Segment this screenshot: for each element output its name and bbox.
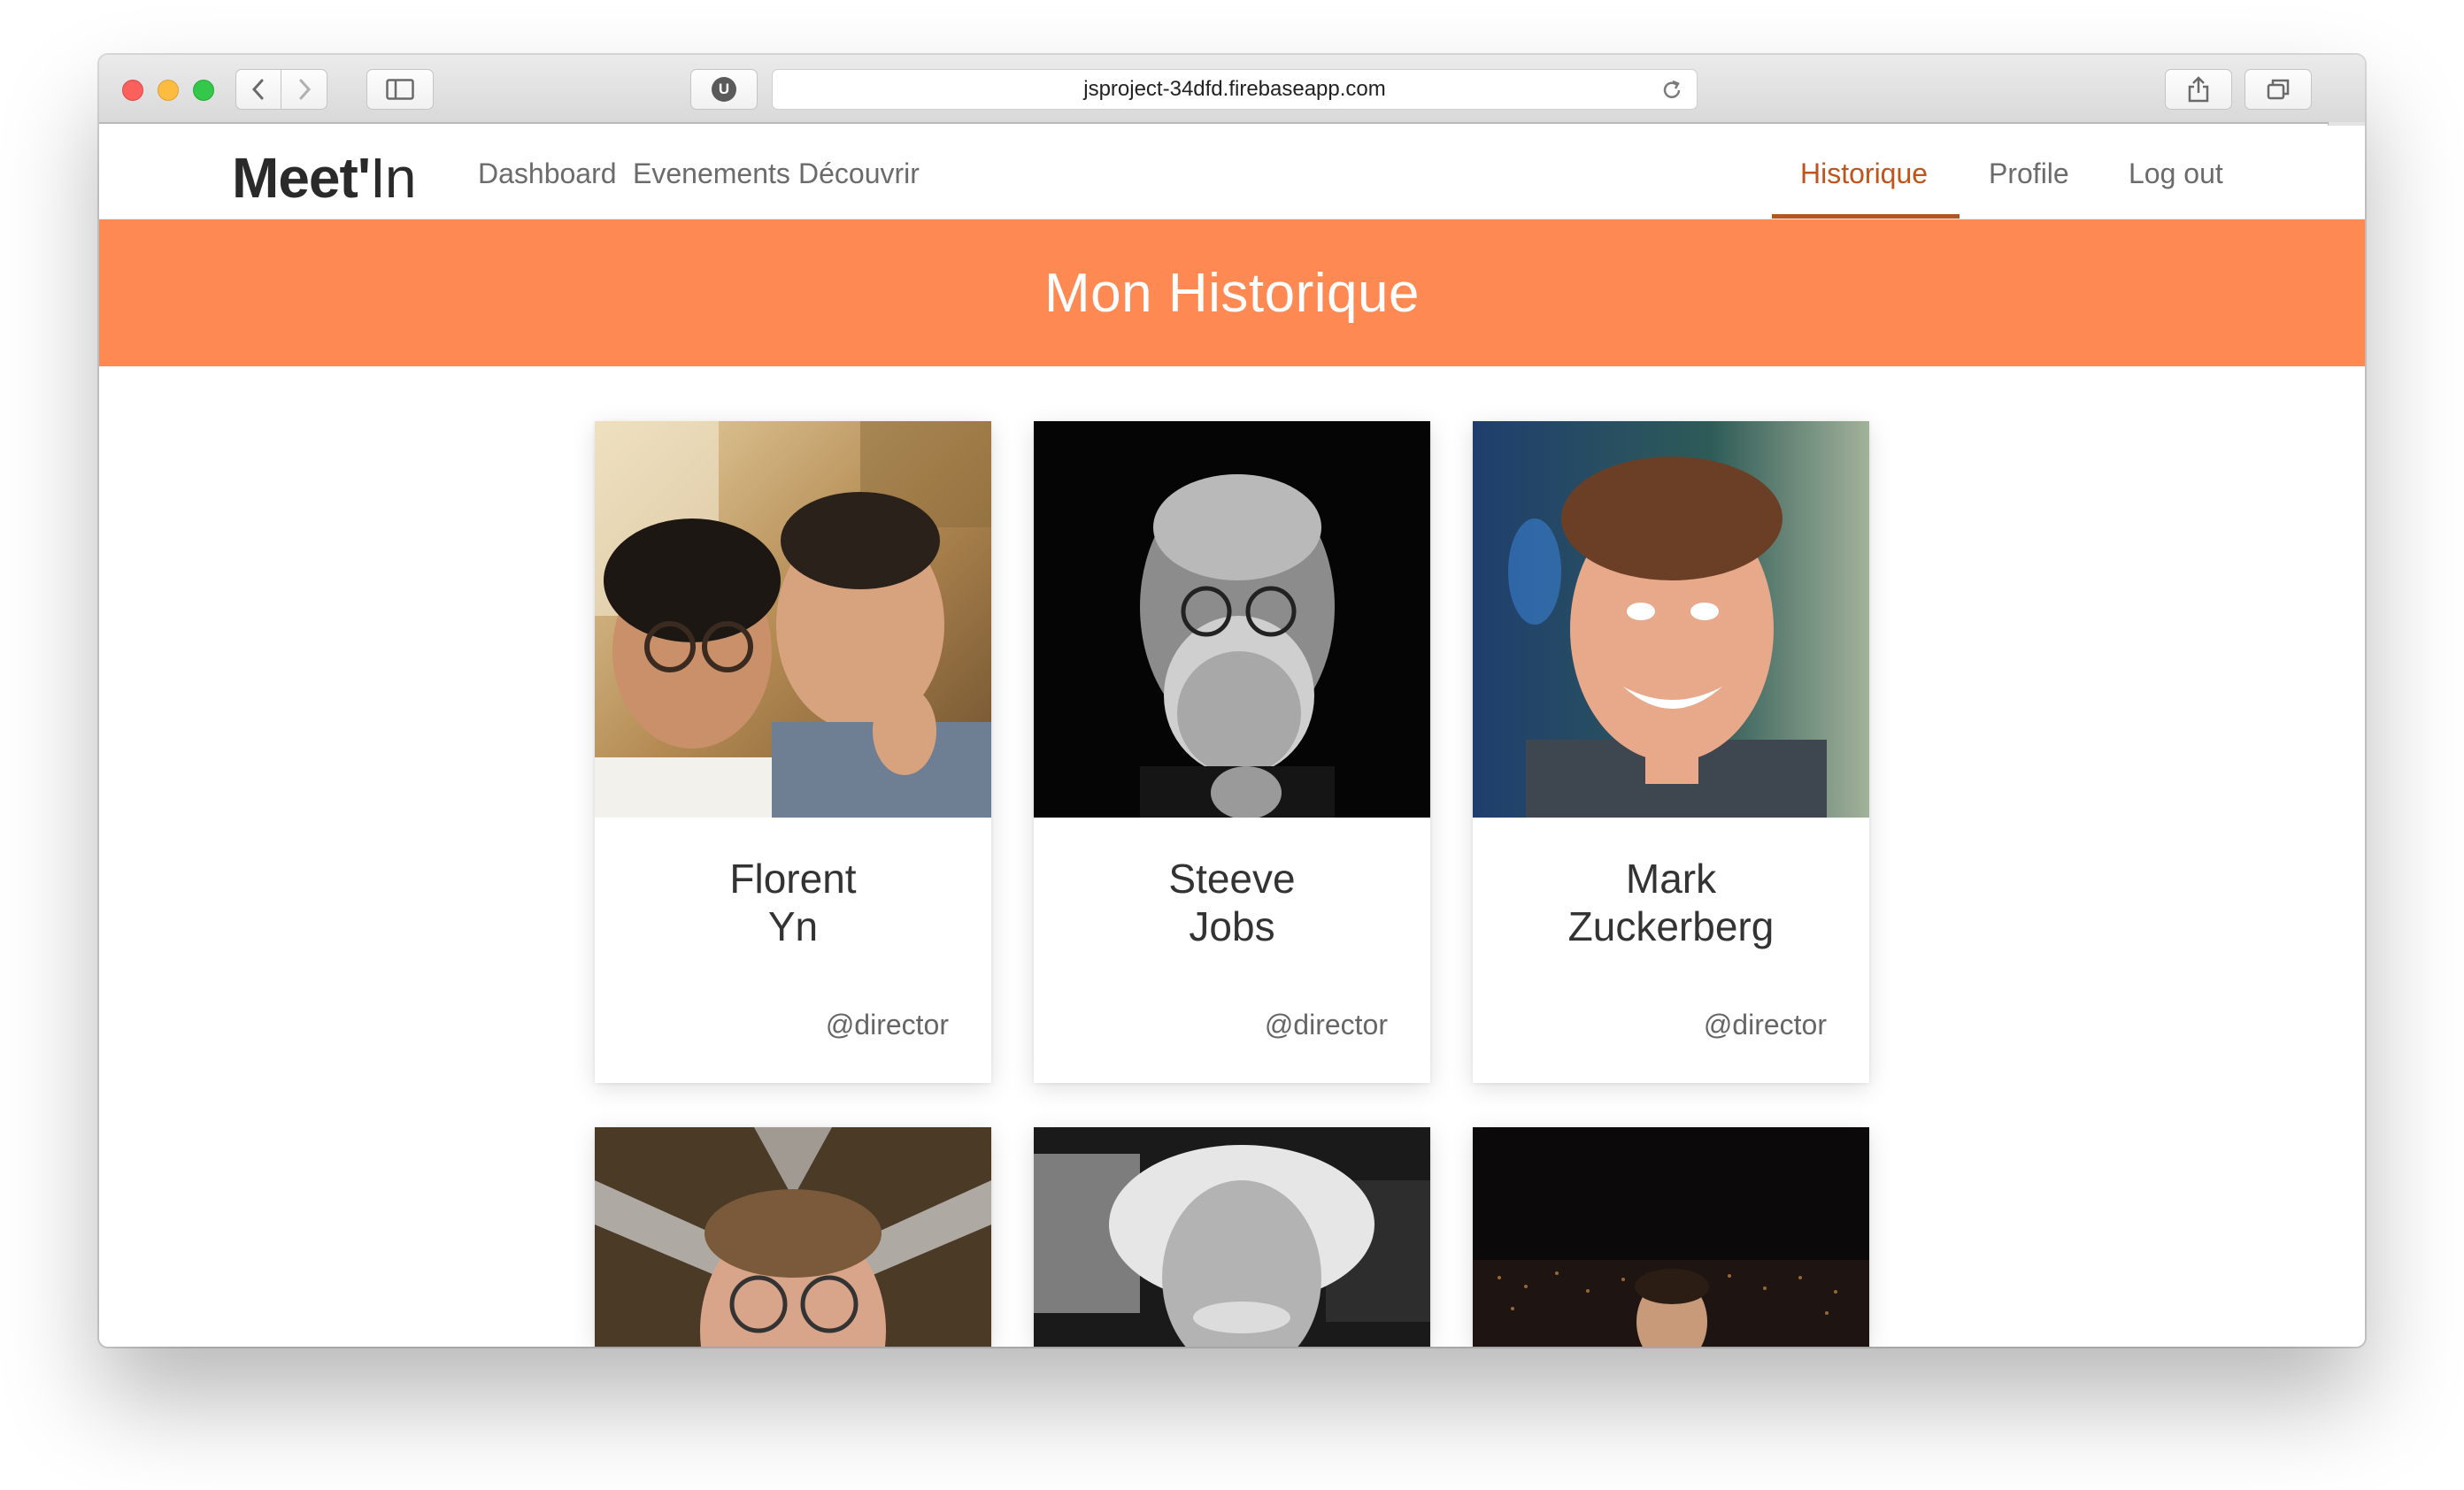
card-last-name: Jobs — [1189, 903, 1275, 949]
zoom-window-button[interactable] — [193, 80, 214, 101]
extension-icon: U — [712, 77, 736, 102]
card-photo — [595, 421, 991, 818]
nav-dashboard[interactable]: Dashboard — [478, 157, 617, 190]
card-photo — [1034, 421, 1430, 818]
profile-card[interactable] — [595, 1127, 991, 1347]
glasses-man-photo-icon — [595, 1127, 991, 1347]
share-icon — [2188, 76, 2209, 103]
address-bar[interactable]: jsproject-34dfd.firebaseapp.com — [772, 69, 1698, 110]
card-photo — [1473, 421, 1869, 818]
card-username: @director — [1703, 1009, 1827, 1041]
browser-toolbar: U jsproject-34dfd.firebaseapp.com — [99, 55, 2365, 124]
profile-card[interactable] — [1473, 1127, 1869, 1347]
profile-card[interactable]: Florent Yn @director — [595, 421, 991, 1083]
reload-icon[interactable] — [1659, 78, 1684, 103]
screen: U jsproject-34dfd.firebaseapp.com Meet'I… — [0, 0, 2464, 1490]
browser-window: U jsproject-34dfd.firebaseapp.com Meet'I… — [99, 55, 2365, 1347]
nav-logout[interactable]: Log out — [2129, 157, 2223, 190]
share-button[interactable] — [2165, 69, 2232, 110]
night-city-photo-icon — [1473, 1127, 1869, 1347]
card-name: Steeve Jobs — [1034, 855, 1430, 950]
card-name: Mark Zuckerberg — [1473, 855, 1869, 950]
extension-button[interactable]: U — [690, 69, 758, 110]
card-first-name: Mark — [1625, 856, 1717, 902]
smiling-man-photo-icon — [1473, 421, 1869, 818]
bw-portrait-photo-icon — [1034, 421, 1430, 818]
card-last-name: Zuckerberg — [1567, 903, 1775, 949]
card-name: Florent Yn — [595, 855, 991, 950]
card-first-name: Steeve — [1168, 856, 1296, 902]
card-first-name: Florent — [729, 856, 857, 902]
tabs-icon — [2267, 79, 2290, 100]
nav-evenements[interactable]: Evenements — [633, 157, 790, 190]
card-username: @director — [825, 1009, 949, 1041]
card-photo — [595, 1127, 991, 1347]
forward-button[interactable] — [281, 69, 327, 110]
back-icon — [251, 79, 264, 100]
card-photo — [1473, 1127, 1869, 1347]
nav-historique[interactable]: Historique — [1800, 157, 1928, 190]
close-window-button[interactable] — [122, 80, 143, 101]
nav-profile[interactable]: Profile — [1989, 157, 2069, 190]
brand-bold: Meet' — [232, 146, 371, 210]
forward-icon — [299, 79, 311, 100]
profile-card[interactable]: Mark Zuckerberg @director — [1473, 421, 1869, 1083]
page-header-banner: Mon Historique — [99, 219, 2365, 366]
brand-light: In — [370, 146, 416, 210]
active-tab-indicator — [1772, 214, 1960, 219]
nav-decouvrir[interactable]: Découvrir — [798, 157, 920, 190]
app-navbar: Meet'In Dashboard Evenements Découvrir H… — [99, 126, 2365, 219]
card-last-name: Yn — [767, 903, 819, 949]
profile-card[interactable] — [1034, 1127, 1430, 1347]
card-username: @director — [1264, 1009, 1388, 1041]
back-button[interactable] — [235, 69, 281, 110]
card-photo — [1034, 1127, 1430, 1347]
profile-card[interactable]: Steeve Jobs @director — [1034, 421, 1430, 1083]
page-title: Mon Historique — [1044, 262, 1420, 324]
einstein-photo-icon — [1034, 1127, 1430, 1347]
url-text: jsproject-34dfd.firebaseapp.com — [1083, 77, 1386, 101]
tabs-button[interactable] — [2245, 69, 2312, 110]
sidebar-icon — [386, 79, 414, 100]
brand-logo[interactable]: Meet'In — [232, 145, 416, 211]
sidebar-button[interactable] — [366, 69, 434, 110]
two-men-photo-icon — [595, 421, 991, 818]
minimize-window-button[interactable] — [158, 80, 179, 101]
